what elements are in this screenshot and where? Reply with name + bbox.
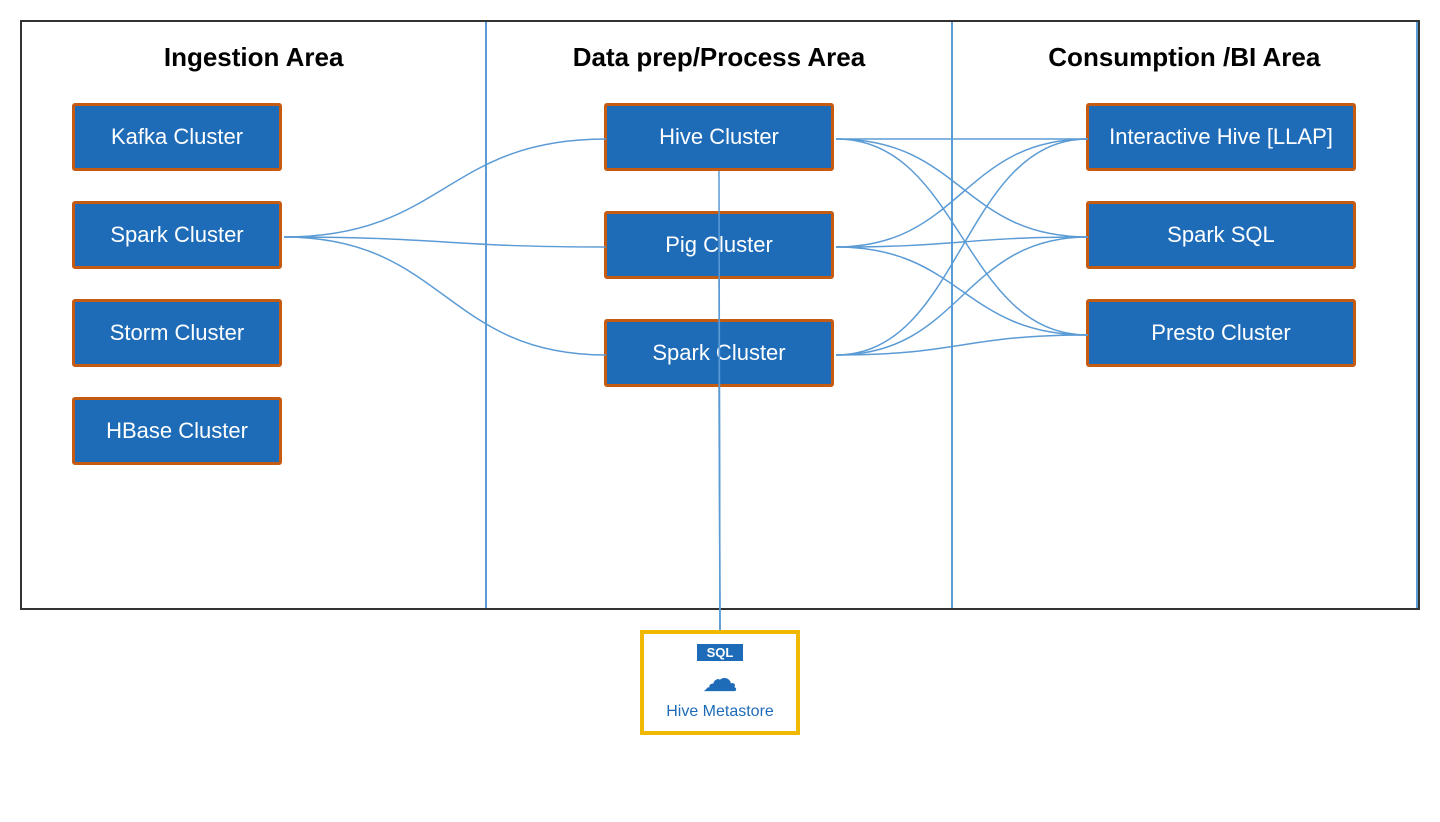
process-title: Data prep/Process Area (517, 42, 920, 73)
metastore-label: Hive Metastore (666, 703, 774, 721)
consumption-title: Consumption /BI Area (983, 42, 1386, 73)
hive-process-cluster-box: Hive Cluster (604, 103, 834, 171)
presto-cluster-box: Presto Cluster (1086, 299, 1356, 367)
ingestion-column: Ingestion Area Kafka Cluster Spark Clust… (22, 22, 487, 608)
interactive-hive-cluster-box: Interactive Hive [LLAP] (1086, 103, 1356, 171)
spark-process-cluster-box: Spark Cluster (604, 319, 834, 387)
spark-sql-cluster-box: Spark SQL (1086, 201, 1356, 269)
metastore-box: SQL ☁ Hive Metastore (640, 630, 800, 735)
ingestion-title: Ingestion Area (52, 42, 455, 73)
columns-area: Ingestion Area Kafka Cluster Spark Clust… (20, 20, 1420, 610)
spark-ingestion-cluster-box: Spark Cluster (72, 201, 282, 269)
kafka-cluster-box: Kafka Cluster (72, 103, 282, 171)
storm-cluster-box: Storm Cluster (72, 299, 282, 367)
bottom-area: SQL ☁ Hive Metastore (20, 610, 1420, 745)
process-column: Data prep/Process Area Hive Cluster Pig … (487, 22, 952, 608)
main-container: Ingestion Area Kafka Cluster Spark Clust… (20, 20, 1420, 745)
hbase-cluster-box: HBase Cluster (72, 397, 282, 465)
consumption-column: Consumption /BI Area Interactive Hive [L… (953, 22, 1418, 608)
pig-cluster-box: Pig Cluster (604, 211, 834, 279)
metastore-cloud-icon: ☁ (702, 661, 738, 697)
diagram-wrapper: Ingestion Area Kafka Cluster Spark Clust… (20, 20, 1420, 745)
